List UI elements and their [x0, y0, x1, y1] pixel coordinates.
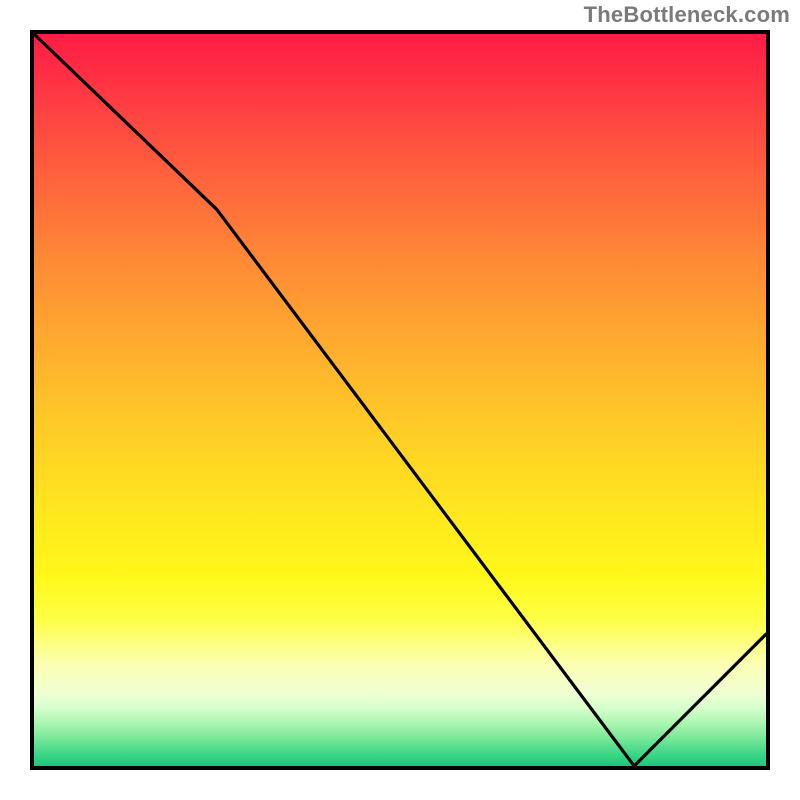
attribution-text: TheBottleneck.com — [584, 2, 790, 28]
chart-plot-area — [30, 30, 770, 770]
